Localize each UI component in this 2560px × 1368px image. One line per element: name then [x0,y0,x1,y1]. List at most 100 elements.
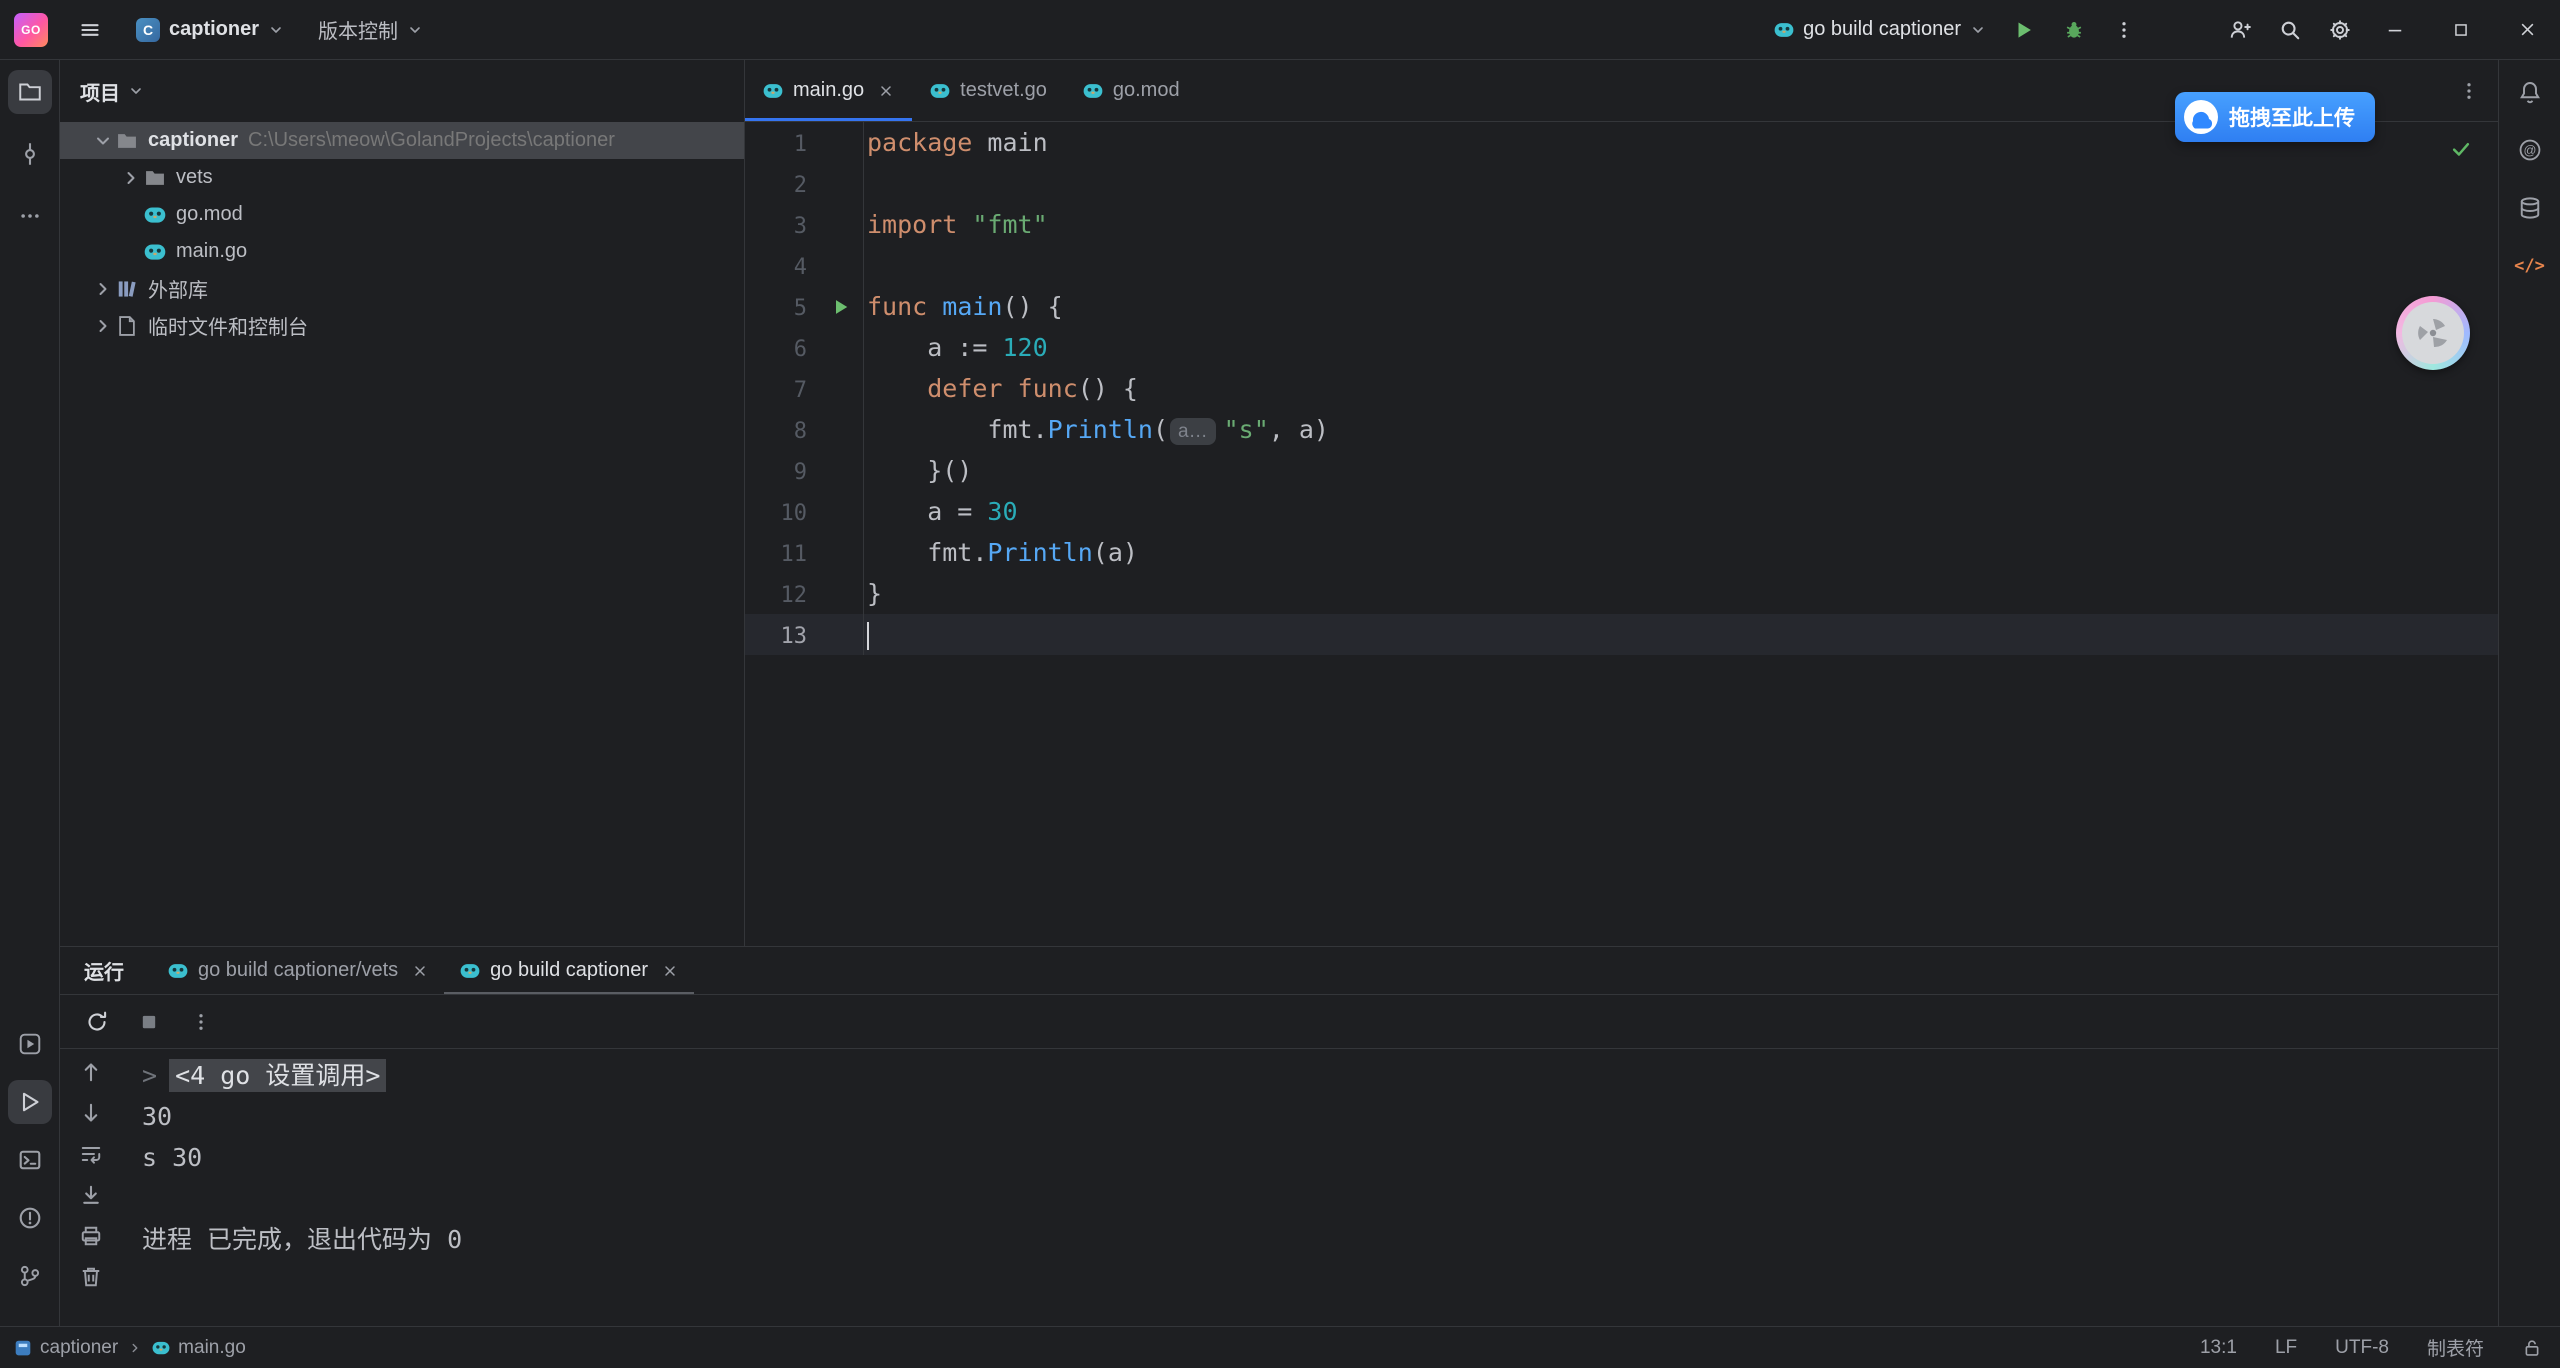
file-encoding[interactable]: UTF-8 [2335,1337,2389,1359]
close-icon[interactable] [662,963,678,979]
code-line-10[interactable]: 10 a = 30 [745,491,2498,532]
stop-button[interactable] [136,1009,162,1035]
code-text[interactable]: import "fmt" [864,204,2498,245]
indent-style[interactable]: 制表符 [2427,1334,2484,1361]
search-everywhere-button[interactable] [2268,8,2312,52]
tree-item-main.go[interactable]: main.go [60,233,744,270]
gutter-line-3[interactable]: 3 [745,204,864,245]
code-text[interactable]: } [864,573,2498,614]
code-line-6[interactable]: 6 a := 120 [745,327,2498,368]
code-text[interactable]: fmt.Println(a…"s", a) [864,409,2498,450]
more-tool-windows-button[interactable] [8,194,52,238]
code-line-12[interactable]: 12} [745,573,2498,614]
code-text[interactable] [864,245,2498,286]
more-run-actions-button[interactable] [2102,8,2146,52]
prev-occurrence-button[interactable] [76,1057,106,1087]
tree-item-外部库[interactable]: 外部库 [60,270,744,307]
breadcrumb-main.go[interactable]: main.go [152,1337,246,1359]
gutter-line-1[interactable]: 1 [745,122,864,163]
gutter-line-10[interactable]: 10 [745,491,864,532]
project-selector[interactable]: C captioner [126,10,294,50]
code-line-8[interactable]: 8 fmt.Println(a…"s", a) [745,409,2498,450]
project-panel-header[interactable]: 项目 [60,60,744,122]
fold-arrow-icon[interactable]: > [142,1061,157,1090]
inspections-ok-icon[interactable] [2450,138,2472,160]
gutter-line-2[interactable]: 2 [745,163,864,204]
netdisk-upload-overlay[interactable]: 拖拽至此上传 [2175,92,2375,142]
line-separator[interactable]: LF [2275,1337,2297,1359]
close-icon[interactable] [878,83,894,99]
code-with-me-button[interactable] [2218,8,2262,52]
code-line-7[interactable]: 7 defer func() { [745,368,2498,409]
code-editor[interactable]: 1package main23import "fmt"45func main()… [745,122,2498,946]
chevron-right-icon[interactable] [90,316,116,336]
run-tab-go build captioner[interactable]: go build captioner [444,947,694,994]
commit-tool-button[interactable] [8,132,52,176]
close-icon[interactable] [412,963,428,979]
scroll-to-end-button[interactable] [76,1180,106,1210]
code-line-2[interactable]: 2 [745,163,2498,204]
breadcrumb-captioner[interactable]: captioner [14,1337,118,1359]
gutter-line-9[interactable]: 9 [745,450,864,491]
run-tab-go build captioner/vets[interactable]: go build captioner/vets [152,947,444,994]
chevron-right-icon[interactable] [118,168,144,188]
run-tool-button[interactable] [8,1080,52,1124]
gutter-line-5[interactable]: 5 [745,286,864,327]
problems-tool-button[interactable] [8,1196,52,1240]
close-button[interactable] [2494,0,2560,60]
ai-assistant-button[interactable]: @ [2508,128,2552,172]
caret-position[interactable]: 13:1 [2200,1337,2237,1359]
chevron-right-icon[interactable] [90,279,116,299]
terminal-tool-button[interactable] [8,1138,52,1182]
code-text[interactable]: fmt.Println(a) [864,532,2498,573]
maximize-button[interactable] [2428,0,2494,60]
settings-button[interactable] [2318,8,2362,52]
gutter-line-4[interactable]: 4 [745,245,864,286]
clear-console-button[interactable] [76,1262,106,1292]
editor-tab-main.go[interactable]: main.go [745,60,912,121]
minimize-button[interactable] [2362,0,2428,60]
tree-item-vets[interactable]: vets [60,159,744,196]
project-tool-button[interactable] [8,70,52,114]
rerun-button[interactable] [84,1009,110,1035]
services-tool-button[interactable] [8,1022,52,1066]
readonly-lock-icon[interactable] [2522,1338,2542,1358]
soft-wrap-button[interactable] [76,1139,106,1169]
code-text[interactable] [864,163,2498,204]
gutter-line-13[interactable]: 13 [745,614,864,655]
notifications-button[interactable] [2508,70,2552,114]
floating-ball-overlay[interactable] [2396,296,2470,370]
database-button[interactable] [2508,186,2552,230]
code-line-5[interactable]: 5func main() { [745,286,2498,327]
vcs-widget[interactable]: 版本控制 [308,7,433,52]
debug-button[interactable] [2052,8,2096,52]
gutter-line-8[interactable]: 8 [745,409,864,450]
code-text[interactable] [864,614,2498,655]
code-text[interactable]: a := 120 [864,327,2498,368]
gutter-line-7[interactable]: 7 [745,368,864,409]
tree-item-captioner[interactable]: captionerC:\Users\meow\GolandProjects\ca… [60,122,744,159]
gutter-line-12[interactable]: 12 [745,573,864,614]
code-text[interactable]: a = 30 [864,491,2498,532]
git-tool-button[interactable] [8,1254,52,1298]
print-button[interactable] [76,1221,106,1251]
run-console[interactable]: ><4 go 设置调用>30s 30 进程 已完成，退出代码为 0 [122,1049,2498,1326]
markup-tool-button[interactable]: </> [2508,244,2552,288]
gutter-line-6[interactable]: 6 [745,327,864,368]
code-line-4[interactable]: 4 [745,245,2498,286]
editor-tab-testvet.go[interactable]: testvet.go [912,60,1065,121]
gutter-line-11[interactable]: 11 [745,532,864,573]
code-line-11[interactable]: 11 fmt.Println(a) [745,532,2498,573]
code-text[interactable]: defer func() { [864,368,2498,409]
next-occurrence-button[interactable] [76,1098,106,1128]
tab-options-button[interactable] [2456,78,2482,104]
run-button[interactable] [2002,8,2046,52]
main-menu-button[interactable] [68,8,112,52]
run-gutter-icon[interactable] [831,297,851,317]
code-line-9[interactable]: 9 }() [745,450,2498,491]
tree-item-go.mod[interactable]: go.mod [60,196,744,233]
code-line-3[interactable]: 3import "fmt" [745,204,2498,245]
code-text[interactable]: }() [864,450,2498,491]
code-text[interactable]: func main() { [864,286,2498,327]
chevron-down-icon[interactable] [90,131,116,151]
